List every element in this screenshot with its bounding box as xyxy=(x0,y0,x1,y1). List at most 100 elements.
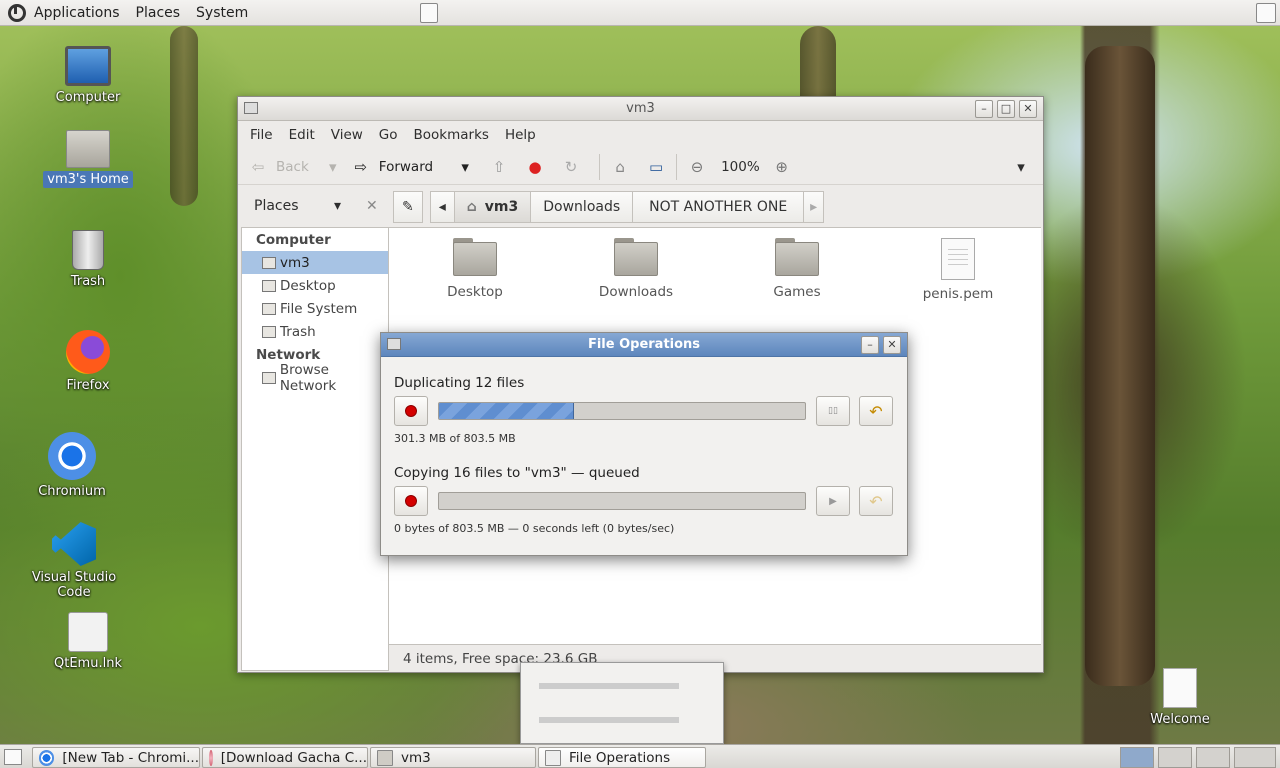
overflow-chevron-icon[interactable]: ▾ xyxy=(1011,157,1031,177)
chromium-icon xyxy=(39,749,55,766)
sidebar-item-browse-network[interactable]: Browse Network xyxy=(242,362,388,394)
minimize-button[interactable]: – xyxy=(975,100,993,118)
task-label: [Download Gacha C... xyxy=(220,749,367,766)
task-file-operations[interactable]: File Operations xyxy=(538,747,706,768)
breadcrumb-right-button[interactable]: ▸ xyxy=(803,191,825,223)
desktop-icon-home[interactable]: vm3's Home xyxy=(38,130,138,188)
window-titlebar[interactable]: vm3 – □ ✕ xyxy=(238,97,1043,121)
operation-progress-bar xyxy=(438,492,806,510)
network-icon xyxy=(262,371,276,384)
stop-icon[interactable]: ● xyxy=(525,157,545,177)
file-item-desktop[interactable]: Desktop xyxy=(415,238,535,300)
firefox-icon xyxy=(66,330,110,374)
reload-icon[interactable]: ↻ xyxy=(561,157,581,177)
operation-label: Duplicating 12 files xyxy=(394,375,525,391)
file-operations-dialog: File Operations – ✕ Duplicating 12 files… xyxy=(380,332,908,556)
menu-help[interactable]: Help xyxy=(497,127,544,143)
zoom-out-icon[interactable]: ⊖ xyxy=(687,157,707,177)
task-chromium[interactable]: [New Tab - Chromi... xyxy=(32,747,200,768)
menu-view[interactable]: View xyxy=(323,127,371,143)
sidebar-section-computer: Computer xyxy=(256,232,331,248)
zoom-in-icon[interactable]: ⊕ xyxy=(772,157,792,177)
sidebar-item-desktop[interactable]: Desktop xyxy=(242,274,388,297)
undo-button[interactable]: ↶ xyxy=(859,486,893,516)
menu-file[interactable]: File xyxy=(242,127,281,143)
sidebar-item-file-system[interactable]: File System xyxy=(242,297,388,320)
back-button[interactable]: ⇦ Back ▾ xyxy=(248,157,343,177)
folder-icon xyxy=(614,238,658,276)
forward-button[interactable]: ⇨ Forward ▾ xyxy=(351,157,475,177)
close-button[interactable]: ✕ xyxy=(1019,100,1037,118)
shortcut-icon xyxy=(68,612,108,652)
file-item-downloads[interactable]: Downloads xyxy=(576,238,696,300)
stop-operation-button[interactable] xyxy=(394,396,428,426)
undo-icon: ↶ xyxy=(869,491,883,511)
menu-edit[interactable]: Edit xyxy=(281,127,323,143)
desktop-icon-firefox[interactable]: Firefox xyxy=(38,330,138,393)
desktop-icon-label: Trash xyxy=(70,274,106,289)
show-desktop-icon[interactable] xyxy=(1256,3,1276,23)
desktop-icon-vscode[interactable]: Visual Studio Code xyxy=(24,522,124,600)
computer-icon[interactable]: ▭ xyxy=(646,157,666,177)
chevron-down-icon[interactable]: ▾ xyxy=(455,157,475,177)
desktop-icon-welcome[interactable]: Welcome xyxy=(1130,668,1230,727)
breadcrumb-vm3[interactable]: ⌂ vm3 xyxy=(453,191,532,223)
file-name: Downloads xyxy=(598,284,674,300)
undo-button[interactable]: ↶ xyxy=(859,396,893,426)
menu-bookmarks[interactable]: Bookmarks xyxy=(406,127,497,143)
chevron-right-icon: ▸ xyxy=(810,199,818,215)
top-panel: Applications Places System xyxy=(0,0,1280,26)
workspace-1[interactable] xyxy=(1120,747,1154,768)
desktop-icon-label: Chromium xyxy=(38,484,106,499)
sidebar-item-vm3[interactable]: vm3 xyxy=(242,251,388,274)
applications-menu[interactable]: Applications xyxy=(0,0,128,26)
workspace-2[interactable] xyxy=(1158,747,1192,768)
edit-location-button[interactable]: ✎ xyxy=(393,191,423,223)
desktop-icon-trash[interactable]: Trash xyxy=(38,230,138,289)
desktop-icon-label: Computer xyxy=(55,90,121,105)
document-icon xyxy=(941,238,975,280)
places-menu[interactable]: Places xyxy=(128,0,189,26)
breadcrumb-downloads[interactable]: Downloads xyxy=(530,191,634,223)
location-bar: Places ▾ ✕ ✎ ◂ ⌂ vm3 Downloads NOT ANOTHE… xyxy=(238,185,1043,227)
desktop-icon-computer[interactable]: Computer xyxy=(38,46,138,105)
maximize-button[interactable]: □ xyxy=(997,100,1015,118)
chevron-down-icon: ▾ xyxy=(334,198,342,214)
show-desktop-icon[interactable] xyxy=(4,749,22,765)
launcher-icon[interactable] xyxy=(420,3,438,23)
breadcrumb-not-another-one[interactable]: NOT ANOTHER ONE xyxy=(632,191,805,223)
sidebar-selector[interactable]: Places ▾ ✕ xyxy=(244,191,388,221)
task-label: File Operations xyxy=(569,749,671,766)
desktop-icon-qtemu[interactable]: QtEmu.lnk xyxy=(38,612,138,671)
preview-progress xyxy=(539,717,679,723)
computer-icon xyxy=(65,46,111,86)
minimize-button[interactable]: – xyxy=(861,336,879,354)
workspace-4[interactable] xyxy=(1234,747,1276,768)
undo-icon: ↶ xyxy=(869,401,883,421)
file-item-games[interactable]: Games xyxy=(737,238,857,300)
home-icon[interactable]: ⌂ xyxy=(610,157,630,177)
dialog-title: File Operations xyxy=(587,337,701,352)
pause-button[interactable]: ▯▯ xyxy=(816,396,850,426)
file-item-penis-pem[interactable]: penis.pem xyxy=(898,238,1018,302)
menu-go[interactable]: Go xyxy=(371,127,406,143)
window-preview-thumbnail xyxy=(520,662,724,744)
up-arrow-icon[interactable]: ⇧ xyxy=(489,157,509,177)
task-download-gacha[interactable]: [Download Gacha C... xyxy=(202,747,368,768)
operation-detail: 0 bytes of 803.5 MB — 0 seconds left (0 … xyxy=(394,522,675,535)
file-name: Desktop xyxy=(447,284,503,300)
stop-operation-button[interactable] xyxy=(394,486,428,516)
chevron-down-icon[interactable]: ▾ xyxy=(323,157,343,177)
toolbar: ⇦ Back ▾ ⇨ Forward ▾ ⇧ ● ↻ ⌂ ▭ ⊖ 100% ⊕ … xyxy=(238,149,1043,185)
workspace-3[interactable] xyxy=(1196,747,1230,768)
arrow-left-icon: ⇦ xyxy=(251,157,265,176)
dialog-titlebar[interactable]: File Operations – ✕ xyxy=(381,333,907,357)
sidebar-item-trash[interactable]: Trash xyxy=(242,320,388,343)
breadcrumb-left-button[interactable]: ◂ xyxy=(429,191,455,223)
system-menu[interactable]: System xyxy=(188,0,256,26)
task-vm3[interactable]: vm3 xyxy=(370,747,536,768)
close-sidebar-icon[interactable]: ✕ xyxy=(366,198,378,214)
close-button[interactable]: ✕ xyxy=(883,336,901,354)
desktop-icon-chromium[interactable]: Chromium xyxy=(22,432,122,499)
resume-button[interactable]: ▶ xyxy=(816,486,850,516)
